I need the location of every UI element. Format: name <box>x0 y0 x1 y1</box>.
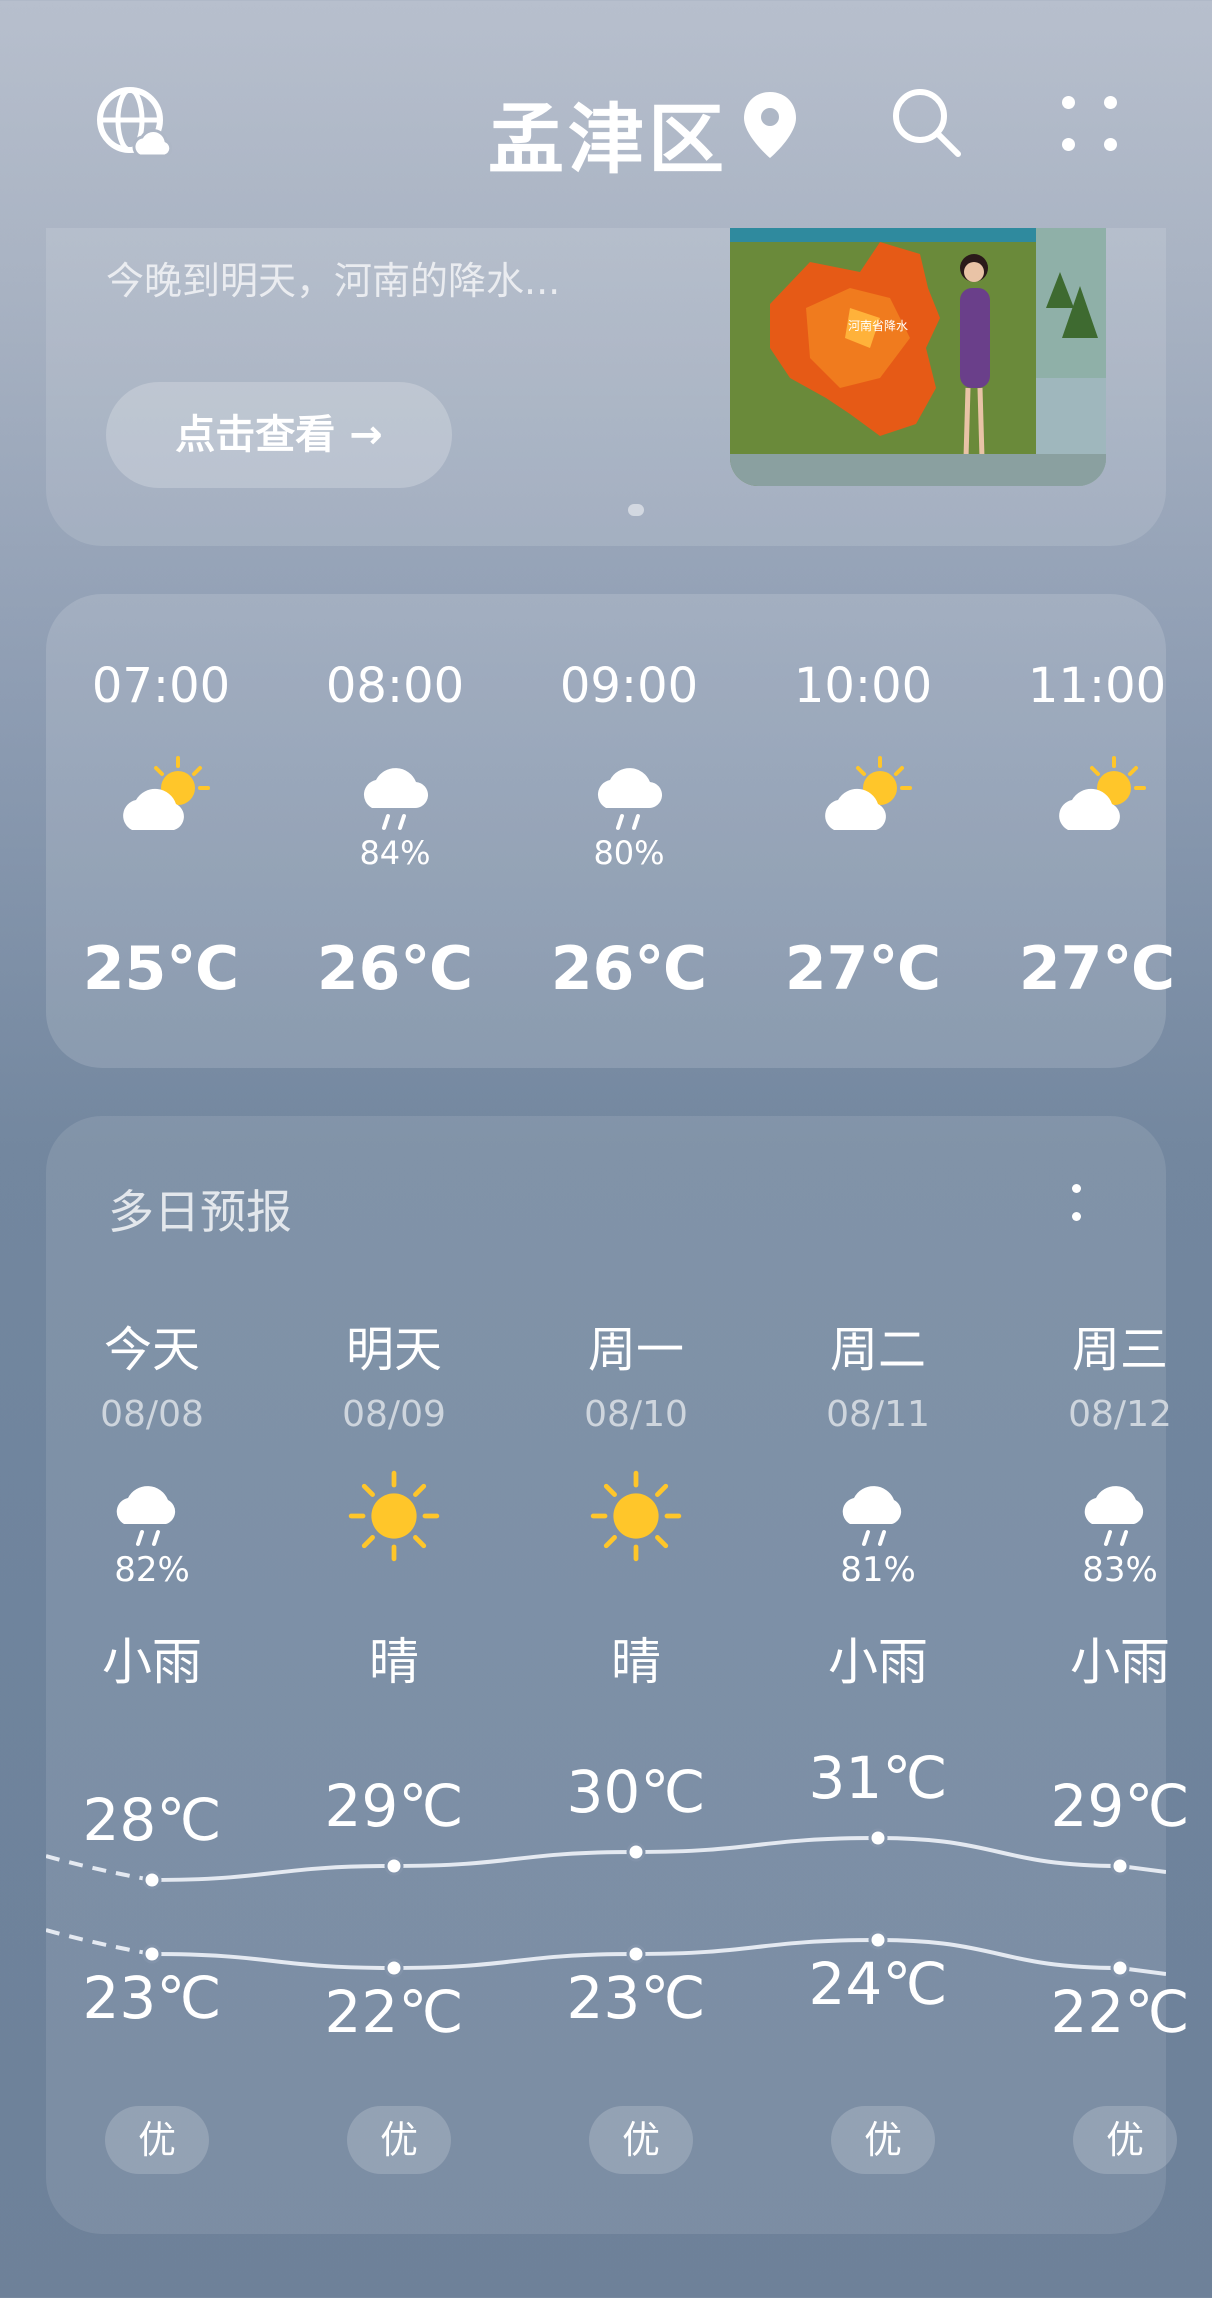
low-temperature: 23℃ <box>82 1964 222 2032</box>
weather-condition: 晴 <box>369 1633 419 1691</box>
sun-icon <box>348 1470 440 1562</box>
air-quality-badge: 优 <box>831 2106 935 2174</box>
day-date: 08/11 <box>826 1394 930 1435</box>
hour-temperature: 27℃ <box>1018 934 1176 1004</box>
high-temp-point <box>142 1870 162 1890</box>
sun-icon <box>590 1470 682 1562</box>
news-video-thumbnail[interactable]: 河南省降水 <box>730 228 1106 486</box>
hour-time: 10:00 <box>793 658 933 714</box>
hour-temperature: 25℃ <box>82 934 240 1004</box>
hour-time: 09:00 <box>559 658 699 714</box>
location-pin-icon <box>744 92 796 158</box>
hour-temperature: 27℃ <box>784 934 942 1004</box>
day-name: 周二 <box>829 1322 926 1378</box>
air-quality-badge: 优 <box>589 2106 693 2174</box>
news-headline[interactable]: 今晚到明天，河南的降水... <box>106 250 560 305</box>
high-temperature: 29℃ <box>324 1772 464 1840</box>
air-quality-badge: 优 <box>1073 2106 1177 2174</box>
hour-time: 07:00 <box>91 658 231 714</box>
light-rain-icon <box>842 1486 902 1546</box>
weather-condition: 小雨 <box>828 1633 928 1691</box>
air-quality-badge: 优 <box>105 2106 209 2174</box>
hour-temperature: 26℃ <box>550 934 708 1004</box>
low-temp-point <box>868 1930 888 1950</box>
light-rain-icon <box>1084 1486 1144 1546</box>
day-date: 08/09 <box>342 1394 446 1435</box>
weather-condition: 晴 <box>611 1633 661 1691</box>
multi-day-forecast-card[interactable]: 多日预报 今天 08/08 82% 小雨 28℃ 23℃ 优 明天 08/09 <box>46 1116 1189 2234</box>
hour-time: 08:00 <box>325 658 465 714</box>
low-temperature: 22℃ <box>324 1978 464 2046</box>
high-temperature: 30℃ <box>566 1758 706 1826</box>
precip-chance: 80% <box>593 834 665 872</box>
low-temperature: 24℃ <box>808 1950 948 2018</box>
day-name: 周三 <box>1071 1322 1168 1378</box>
low-temp-point <box>142 1944 162 1964</box>
weather-news-banner: 今晚到明天，河南的降水... 点击查看 → 河南省降水 <box>46 228 1166 546</box>
high-temp-line <box>151 1835 1166 1882</box>
partly-sunny-icon <box>1059 756 1146 830</box>
more-options-icon[interactable] <box>1058 92 1122 156</box>
low-temperature: 22℃ <box>1050 1978 1190 2046</box>
low-temp-lead-in <box>46 1928 153 1956</box>
precip-chance: 84% <box>359 834 431 872</box>
city-management-globe-icon[interactable] <box>96 86 172 162</box>
light-rain-icon <box>116 1486 176 1546</box>
banner-page-indicator <box>628 504 644 516</box>
hour-temperature: 26℃ <box>316 934 474 1004</box>
air-quality-badge: 优 <box>347 2106 451 2174</box>
day-date: 08/10 <box>584 1394 688 1435</box>
day-date: 08/12 <box>1068 1394 1172 1435</box>
high-temperature: 28℃ <box>82 1786 222 1854</box>
day-name: 周一 <box>587 1322 684 1378</box>
high-temp-lead-in <box>46 1854 153 1882</box>
day-name: 明天 <box>345 1322 442 1378</box>
precip-chance: 83% <box>1082 1550 1158 1590</box>
hour-time: 11:00 <box>1027 658 1167 714</box>
light-rain-icon <box>363 768 429 830</box>
low-temp-point <box>626 1944 646 1964</box>
precip-chance: 81% <box>840 1550 916 1590</box>
view-details-button[interactable]: 点击查看 → <box>106 382 452 488</box>
weather-condition: 小雨 <box>102 1633 202 1691</box>
high-temp-point <box>868 1828 888 1848</box>
map-caption: 河南省降水 <box>848 318 908 333</box>
high-temperature: 29℃ <box>1050 1772 1190 1840</box>
day-date: 08/08 <box>100 1394 204 1435</box>
day-name: 今天 <box>103 1322 200 1378</box>
search-icon[interactable] <box>890 86 962 158</box>
high-temp-point <box>384 1856 404 1876</box>
low-temp-point <box>1110 1958 1130 1978</box>
precip-chance: 82% <box>114 1550 190 1590</box>
weather-condition: 小雨 <box>1070 1633 1170 1691</box>
weather-map-thumbnail-image: 河南省降水 <box>730 228 1106 486</box>
light-rain-icon <box>597 768 663 830</box>
low-temperature: 23℃ <box>566 1964 706 2032</box>
hourly-forecast-card[interactable]: 07:00 25℃ 08:00 84% 26℃ 09:00 80% 26℃ 10… <box>46 594 1175 1068</box>
top-bar: 孟津区 <box>0 0 1212 230</box>
partly-sunny-icon <box>825 756 912 830</box>
low-temp-point <box>384 1958 404 1978</box>
high-temp-point <box>1110 1856 1130 1876</box>
partly-sunny-icon <box>123 756 210 830</box>
current-city-name[interactable]: 孟津区 <box>488 78 728 188</box>
high-temp-point <box>626 1842 646 1862</box>
high-temperature: 31℃ <box>808 1744 948 1812</box>
